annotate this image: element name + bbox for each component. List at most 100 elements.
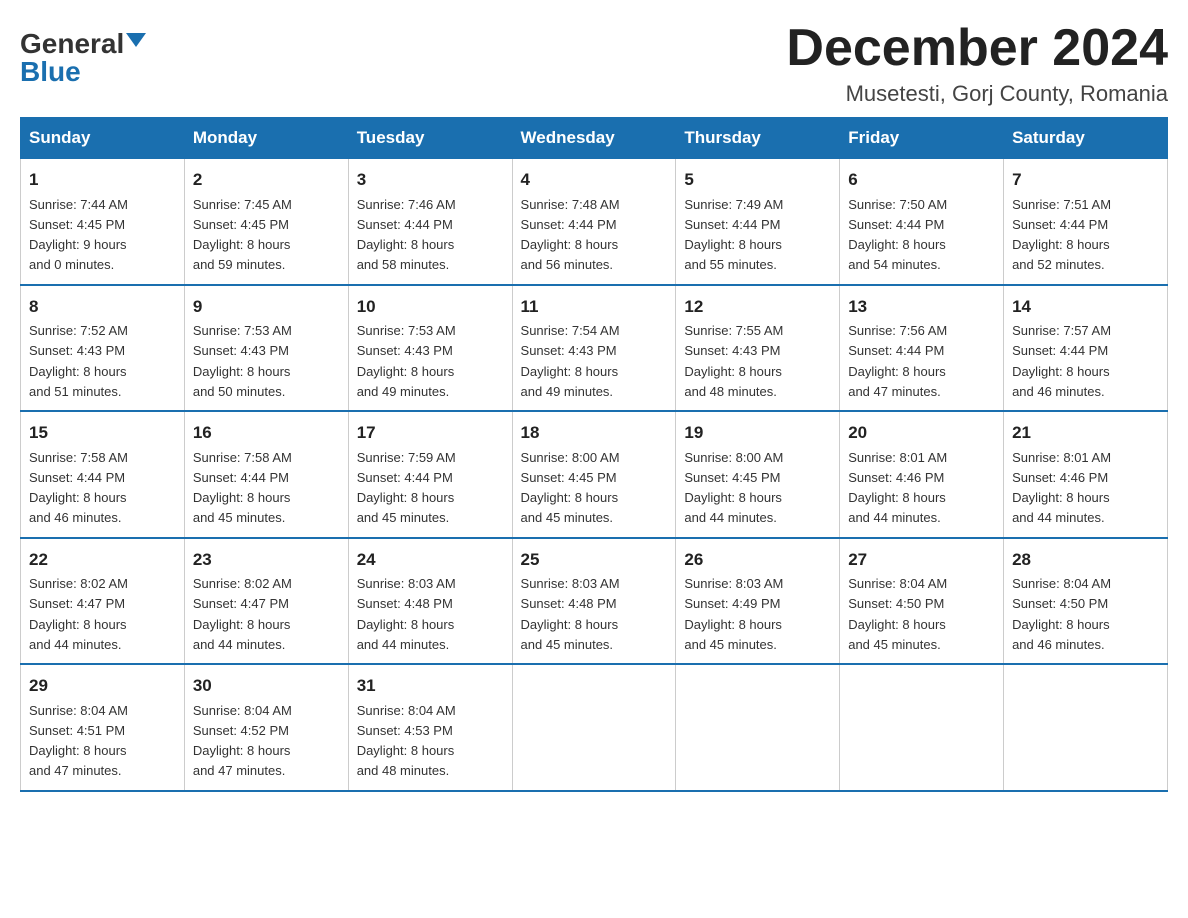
calendar-cell (512, 664, 676, 791)
day-info: Sunrise: 7:58 AMSunset: 4:44 PMDaylight:… (29, 450, 128, 526)
day-info: Sunrise: 8:04 AMSunset: 4:53 PMDaylight:… (357, 703, 456, 779)
calendar-cell: 7 Sunrise: 7:51 AMSunset: 4:44 PMDayligh… (1004, 159, 1168, 285)
calendar-cell: 4 Sunrise: 7:48 AMSunset: 4:44 PMDayligh… (512, 159, 676, 285)
day-number: 27 (848, 547, 995, 573)
day-number: 3 (357, 167, 504, 193)
calendar-cell: 30 Sunrise: 8:04 AMSunset: 4:52 PMDaylig… (184, 664, 348, 791)
logo-triangle-icon (126, 33, 146, 47)
day-info: Sunrise: 7:53 AMSunset: 4:43 PMDaylight:… (357, 323, 456, 399)
day-number: 21 (1012, 420, 1159, 446)
day-info: Sunrise: 8:02 AMSunset: 4:47 PMDaylight:… (29, 576, 128, 652)
calendar-cell (840, 664, 1004, 791)
day-number: 2 (193, 167, 340, 193)
day-number: 25 (521, 547, 668, 573)
calendar-cell: 17 Sunrise: 7:59 AMSunset: 4:44 PMDaylig… (348, 411, 512, 538)
day-info: Sunrise: 7:52 AMSunset: 4:43 PMDaylight:… (29, 323, 128, 399)
day-info: Sunrise: 7:54 AMSunset: 4:43 PMDaylight:… (521, 323, 620, 399)
day-number: 10 (357, 294, 504, 320)
day-info: Sunrise: 8:03 AMSunset: 4:49 PMDaylight:… (684, 576, 783, 652)
calendar-cell: 25 Sunrise: 8:03 AMSunset: 4:48 PMDaylig… (512, 538, 676, 665)
calendar-week-row: 29 Sunrise: 8:04 AMSunset: 4:51 PMDaylig… (21, 664, 1168, 791)
calendar-cell: 2 Sunrise: 7:45 AMSunset: 4:45 PMDayligh… (184, 159, 348, 285)
day-info: Sunrise: 8:02 AMSunset: 4:47 PMDaylight:… (193, 576, 292, 652)
day-info: Sunrise: 7:48 AMSunset: 4:44 PMDaylight:… (521, 197, 620, 273)
day-info: Sunrise: 7:56 AMSunset: 4:44 PMDaylight:… (848, 323, 947, 399)
calendar-cell: 13 Sunrise: 7:56 AMSunset: 4:44 PMDaylig… (840, 285, 1004, 412)
day-number: 28 (1012, 547, 1159, 573)
day-info: Sunrise: 7:55 AMSunset: 4:43 PMDaylight:… (684, 323, 783, 399)
day-number: 16 (193, 420, 340, 446)
weekday-header-wednesday: Wednesday (512, 118, 676, 159)
calendar-cell: 22 Sunrise: 8:02 AMSunset: 4:47 PMDaylig… (21, 538, 185, 665)
day-number: 17 (357, 420, 504, 446)
calendar-cell: 16 Sunrise: 7:58 AMSunset: 4:44 PMDaylig… (184, 411, 348, 538)
calendar-cell: 26 Sunrise: 8:03 AMSunset: 4:49 PMDaylig… (676, 538, 840, 665)
day-number: 12 (684, 294, 831, 320)
weekday-header-thursday: Thursday (676, 118, 840, 159)
day-info: Sunrise: 7:50 AMSunset: 4:44 PMDaylight:… (848, 197, 947, 273)
day-info: Sunrise: 7:44 AMSunset: 4:45 PMDaylight:… (29, 197, 128, 273)
day-info: Sunrise: 8:04 AMSunset: 4:52 PMDaylight:… (193, 703, 292, 779)
calendar-cell: 24 Sunrise: 8:03 AMSunset: 4:48 PMDaylig… (348, 538, 512, 665)
day-number: 23 (193, 547, 340, 573)
day-number: 22 (29, 547, 176, 573)
weekday-header-saturday: Saturday (1004, 118, 1168, 159)
day-info: Sunrise: 8:03 AMSunset: 4:48 PMDaylight:… (521, 576, 620, 652)
calendar-cell (676, 664, 840, 791)
day-info: Sunrise: 7:58 AMSunset: 4:44 PMDaylight:… (193, 450, 292, 526)
day-info: Sunrise: 8:00 AMSunset: 4:45 PMDaylight:… (684, 450, 783, 526)
weekday-header-row: SundayMondayTuesdayWednesdayThursdayFrid… (21, 118, 1168, 159)
page-header: General Blue December 2024 Musetesti, Go… (20, 20, 1168, 107)
day-number: 9 (193, 294, 340, 320)
day-number: 31 (357, 673, 504, 699)
calendar-cell (1004, 664, 1168, 791)
day-number: 6 (848, 167, 995, 193)
calendar-cell: 28 Sunrise: 8:04 AMSunset: 4:50 PMDaylig… (1004, 538, 1168, 665)
day-number: 7 (1012, 167, 1159, 193)
calendar-cell: 15 Sunrise: 7:58 AMSunset: 4:44 PMDaylig… (21, 411, 185, 538)
day-info: Sunrise: 8:04 AMSunset: 4:51 PMDaylight:… (29, 703, 128, 779)
logo-general: General (20, 30, 124, 58)
day-number: 24 (357, 547, 504, 573)
day-number: 8 (29, 294, 176, 320)
day-info: Sunrise: 8:04 AMSunset: 4:50 PMDaylight:… (1012, 576, 1111, 652)
calendar-cell: 3 Sunrise: 7:46 AMSunset: 4:44 PMDayligh… (348, 159, 512, 285)
calendar-cell: 21 Sunrise: 8:01 AMSunset: 4:46 PMDaylig… (1004, 411, 1168, 538)
calendar-cell: 9 Sunrise: 7:53 AMSunset: 4:43 PMDayligh… (184, 285, 348, 412)
day-info: Sunrise: 7:53 AMSunset: 4:43 PMDaylight:… (193, 323, 292, 399)
day-info: Sunrise: 7:49 AMSunset: 4:44 PMDaylight:… (684, 197, 783, 273)
calendar-cell: 20 Sunrise: 8:01 AMSunset: 4:46 PMDaylig… (840, 411, 1004, 538)
calendar-cell: 27 Sunrise: 8:04 AMSunset: 4:50 PMDaylig… (840, 538, 1004, 665)
day-info: Sunrise: 8:01 AMSunset: 4:46 PMDaylight:… (848, 450, 947, 526)
calendar-cell: 31 Sunrise: 8:04 AMSunset: 4:53 PMDaylig… (348, 664, 512, 791)
weekday-header-tuesday: Tuesday (348, 118, 512, 159)
calendar-cell: 18 Sunrise: 8:00 AMSunset: 4:45 PMDaylig… (512, 411, 676, 538)
calendar-week-row: 8 Sunrise: 7:52 AMSunset: 4:43 PMDayligh… (21, 285, 1168, 412)
day-number: 20 (848, 420, 995, 446)
calendar-cell: 14 Sunrise: 7:57 AMSunset: 4:44 PMDaylig… (1004, 285, 1168, 412)
day-info: Sunrise: 7:59 AMSunset: 4:44 PMDaylight:… (357, 450, 456, 526)
calendar-cell: 19 Sunrise: 8:00 AMSunset: 4:45 PMDaylig… (676, 411, 840, 538)
day-info: Sunrise: 8:04 AMSunset: 4:50 PMDaylight:… (848, 576, 947, 652)
month-title: December 2024 (786, 20, 1168, 77)
calendar-cell: 23 Sunrise: 8:02 AMSunset: 4:47 PMDaylig… (184, 538, 348, 665)
calendar-week-row: 1 Sunrise: 7:44 AMSunset: 4:45 PMDayligh… (21, 159, 1168, 285)
calendar-cell: 6 Sunrise: 7:50 AMSunset: 4:44 PMDayligh… (840, 159, 1004, 285)
day-number: 30 (193, 673, 340, 699)
calendar-table: SundayMondayTuesdayWednesdayThursdayFrid… (20, 117, 1168, 792)
calendar-week-row: 15 Sunrise: 7:58 AMSunset: 4:44 PMDaylig… (21, 411, 1168, 538)
day-info: Sunrise: 7:51 AMSunset: 4:44 PMDaylight:… (1012, 197, 1111, 273)
calendar-cell: 29 Sunrise: 8:04 AMSunset: 4:51 PMDaylig… (21, 664, 185, 791)
day-number: 14 (1012, 294, 1159, 320)
day-number: 11 (521, 294, 668, 320)
logo-blue: Blue (20, 58, 81, 86)
calendar-cell: 1 Sunrise: 7:44 AMSunset: 4:45 PMDayligh… (21, 159, 185, 285)
day-number: 5 (684, 167, 831, 193)
day-number: 18 (521, 420, 668, 446)
logo: General Blue (20, 20, 146, 86)
day-number: 4 (521, 167, 668, 193)
day-info: Sunrise: 8:00 AMSunset: 4:45 PMDaylight:… (521, 450, 620, 526)
day-number: 13 (848, 294, 995, 320)
calendar-cell: 5 Sunrise: 7:49 AMSunset: 4:44 PMDayligh… (676, 159, 840, 285)
day-info: Sunrise: 7:45 AMSunset: 4:45 PMDaylight:… (193, 197, 292, 273)
